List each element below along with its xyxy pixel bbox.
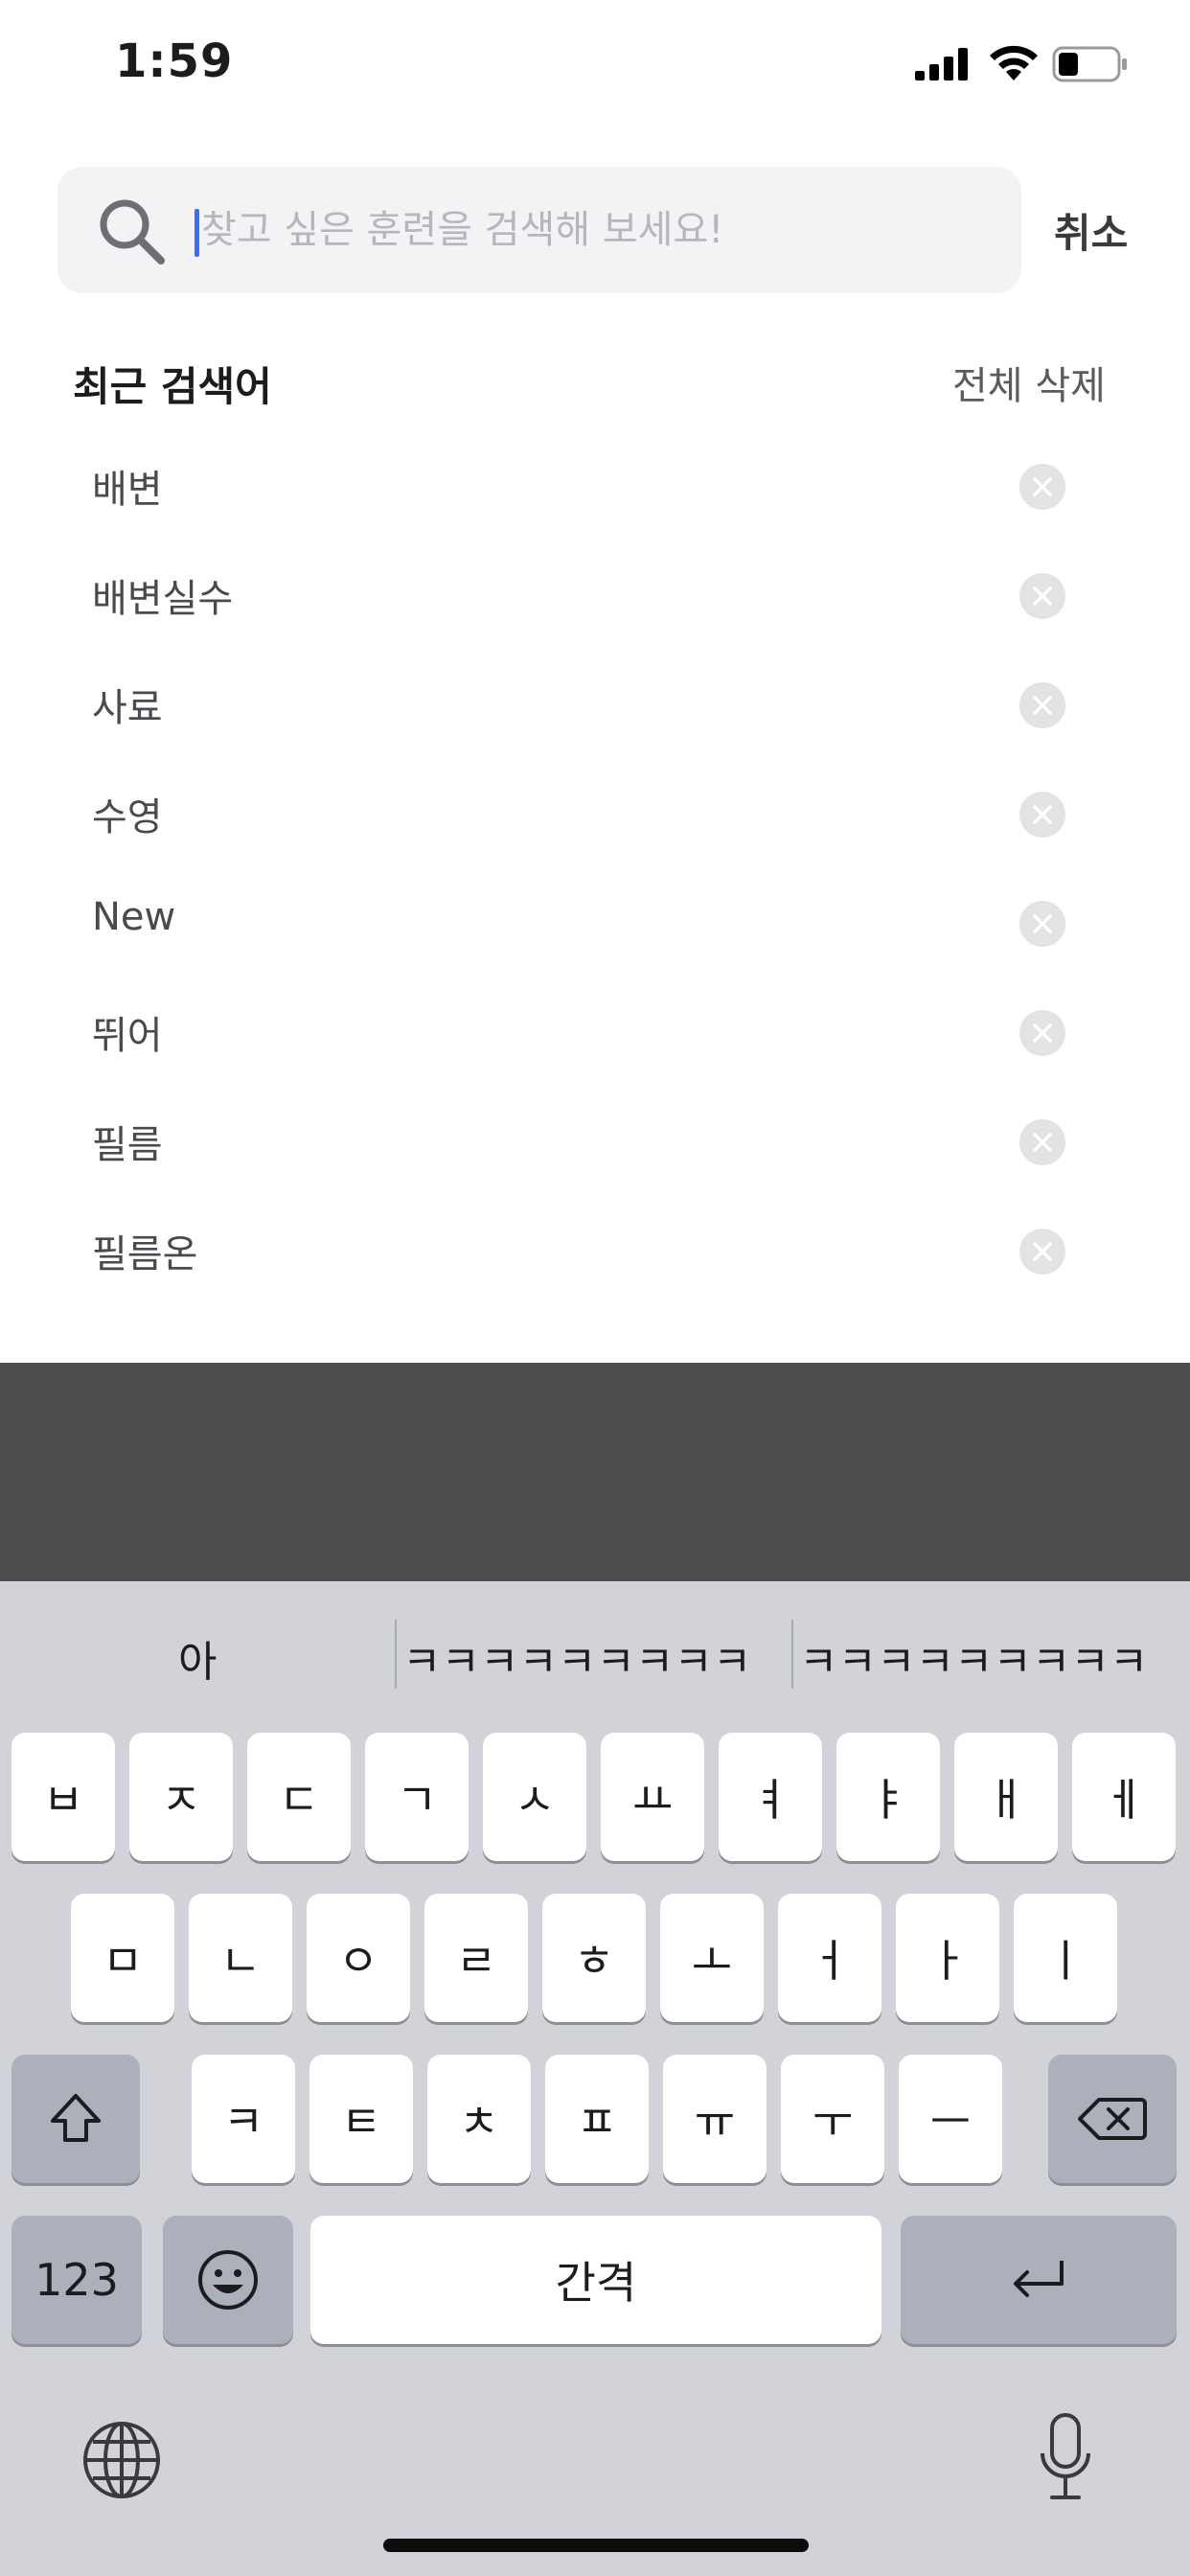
recent-search-item[interactable]: 배변 [0,431,1190,540]
search-input[interactable] [201,196,987,264]
prediction-divider [791,1620,793,1689]
emoji-key[interactable] [163,2216,293,2344]
wifi-icon [990,45,1038,80]
key-row1[interactable]: ㅛ [601,1733,704,1861]
remove-icon[interactable] [1019,573,1065,619]
recent-search-item[interactable]: 뛰어 [0,978,1190,1087]
prediction-divider [395,1620,397,1689]
remove-icon[interactable] [1019,792,1065,838]
home-indicator[interactable] [383,2539,809,2552]
key-row3[interactable]: ㅋ [192,2055,295,2183]
delete-all-button[interactable]: 전체 삭제 [952,355,1106,410]
shift-icon [51,2094,101,2142]
recent-search-item[interactable]: New [0,868,1190,978]
prediction-suggestion[interactable]: ㅋㅋㅋㅋㅋㅋㅋㅋㅋ [402,1627,767,1689]
globe-icon[interactable] [80,2419,163,2501]
remove-icon[interactable] [1019,682,1065,728]
delete-icon [1078,2098,1147,2140]
key-row2[interactable]: ㅁ [71,1894,174,2022]
return-icon [1014,2261,1064,2297]
recent-search-term[interactable]: 배변실수 [92,567,233,623]
recent-search-term[interactable]: 필름온 [92,1223,197,1278]
space-key[interactable]: 간격 [310,2216,881,2344]
key-row1[interactable]: ㅕ [719,1733,822,1861]
microphone-icon[interactable] [1037,2411,1094,2503]
remove-icon[interactable] [1019,1229,1065,1275]
search-icon [100,199,165,264]
key-row2[interactable]: ㄴ [189,1894,292,2022]
prediction-suggestion[interactable]: 아 [178,1627,217,1689]
return-key[interactable] [901,2216,1177,2344]
key-row3[interactable]: ㅍ [545,2055,649,2183]
key-row2[interactable]: ㅇ [307,1894,410,2022]
text-cursor [195,209,199,257]
prediction-suggestion[interactable]: ㅋㅋㅋㅋㅋㅋㅋㅋㅋ [799,1627,1144,1689]
key-row3[interactable]: ㅠ [663,2055,767,2183]
key-row1[interactable]: ㅈ [129,1733,233,1861]
key-row3[interactable]: ㅜ [781,2055,884,2183]
key-row1[interactable]: ㅂ [11,1733,115,1861]
remove-icon[interactable] [1019,464,1065,510]
cellular-signal-icon [915,48,968,80]
status-bar: 1:59 [0,0,1190,134]
remove-icon[interactable] [1019,1119,1065,1165]
key-row2[interactable]: ㅎ [542,1894,646,2022]
cancel-button[interactable]: 취소 [1054,201,1128,260]
shift-key[interactable] [11,2055,140,2183]
korean-keyboard: 아 ㅋㅋㅋㅋㅋㅋㅋㅋㅋ ㅋㅋㅋㅋㅋㅋㅋㅋㅋ ㅂ ㅈ ㄷ ㄱ ㅅ ㅛ ㅕ ㅑ ㅐ … [0,1581,1190,2576]
key-row3[interactable]: ㅡ [899,2055,1002,2183]
delete-key[interactable] [1048,2055,1177,2183]
recent-searches-title: 최근 검색어 [73,363,272,410]
battery-icon [1052,46,1127,82]
recent-search-term[interactable]: 필름 [92,1114,163,1169]
key-row1[interactable]: ㅔ [1072,1733,1176,1861]
recent-search-term[interactable]: 배변 [92,458,163,514]
remove-icon[interactable] [1019,1010,1065,1056]
key-row2[interactable]: ㅏ [896,1894,999,2022]
recent-search-item[interactable]: 수영 [0,759,1190,868]
recent-search-item[interactable]: 사료 [0,650,1190,759]
key-row2[interactable]: ㄹ [424,1894,528,2022]
key-row1[interactable]: ㅅ [483,1733,586,1861]
key-row2[interactable]: ㅣ [1014,1894,1117,2022]
status-time: 1:59 [115,34,234,88]
recent-search-item[interactable]: 배변실수 [0,540,1190,650]
key-row1[interactable]: ㅑ [836,1733,940,1861]
recent-search-term[interactable]: 사료 [92,677,163,732]
emoji-icon [198,2250,258,2310]
key-row2[interactable]: ㅓ [778,1894,881,2022]
key-row1[interactable]: ㄷ [247,1733,351,1861]
recent-search-list: 배변 배변실수 사료 수영 New 뛰어 필름 필름온 [0,431,1190,1305]
search-bar[interactable] [57,167,1021,293]
recent-search-term[interactable]: 수영 [92,786,163,841]
key-row3[interactable]: ㅊ [427,2055,531,2183]
keyboard-backdrop [0,1363,1190,1581]
recent-search-item[interactable]: 필름온 [0,1196,1190,1305]
recent-search-term[interactable]: 뛰어 [92,1004,163,1060]
recent-search-item[interactable]: 필름 [0,1087,1190,1196]
numbers-key[interactable]: 123 [11,2216,142,2344]
remove-icon[interactable] [1019,901,1065,947]
key-row1[interactable]: ㄱ [365,1733,469,1861]
key-row3[interactable]: ㅌ [309,2055,413,2183]
key-row2[interactable]: ㅗ [660,1894,764,2022]
recent-search-term[interactable]: New [92,895,175,939]
key-row1[interactable]: ㅐ [954,1733,1058,1861]
